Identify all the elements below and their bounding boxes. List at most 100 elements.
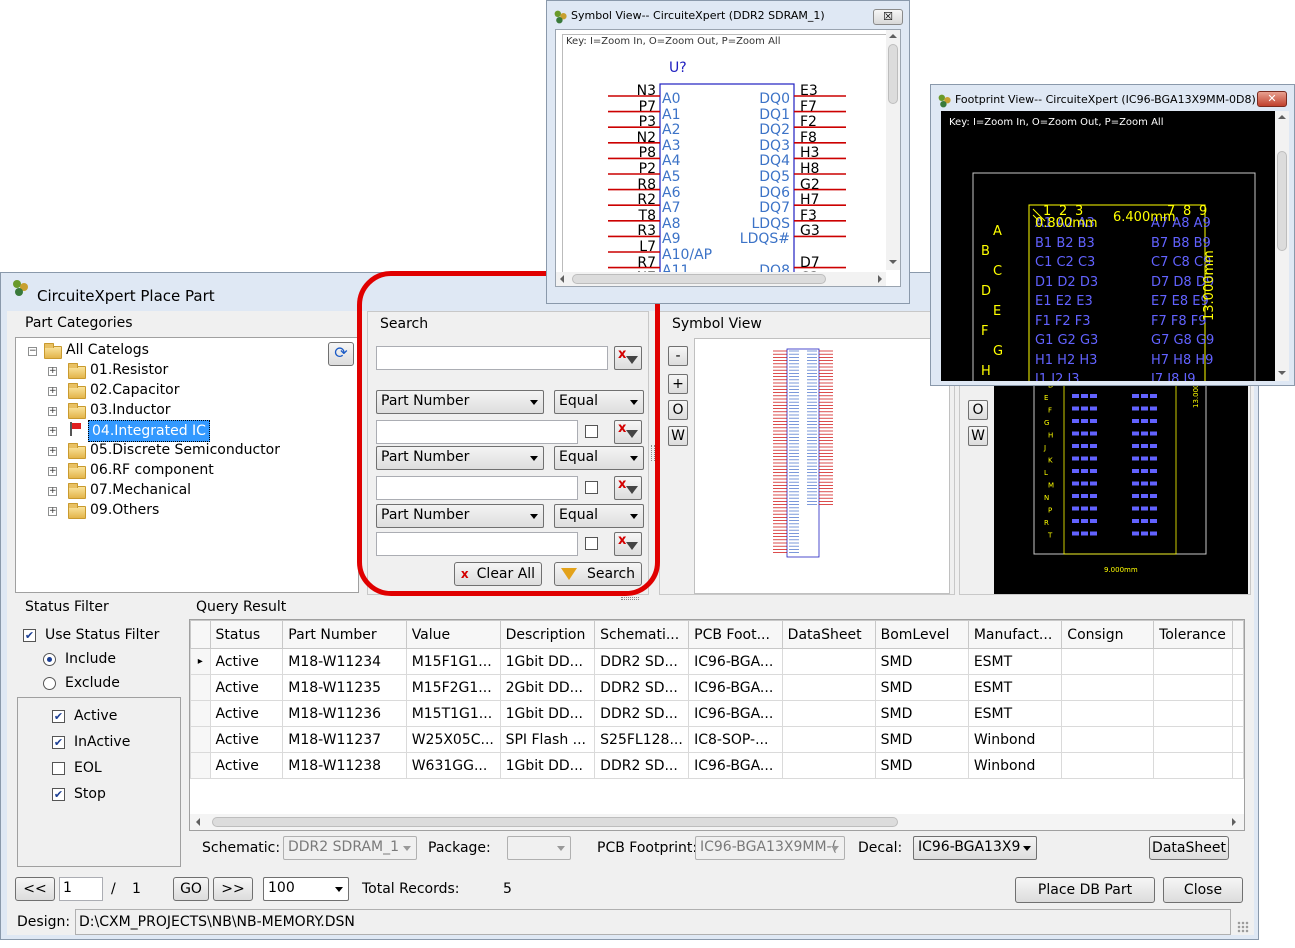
tree-item-label-selected[interactable]: 04.Integrated IC bbox=[88, 420, 210, 442]
table-cell[interactable]: 2Gbit DD... bbox=[499, 674, 596, 701]
table-cell[interactable]: Active bbox=[209, 752, 284, 779]
column-header[interactable]: DataSheet bbox=[781, 620, 876, 649]
table-cell[interactable]: SMD bbox=[874, 648, 969, 675]
table-cell[interactable] bbox=[1061, 726, 1155, 753]
column-header[interactable]: Manufact... bbox=[967, 620, 1063, 649]
horizontal-splitter-grip[interactable] bbox=[621, 597, 639, 600]
table-cell[interactable] bbox=[1061, 752, 1155, 779]
use-status-filter-label[interactable]: Use Status Filter bbox=[45, 627, 159, 643]
package-select[interactable] bbox=[507, 836, 571, 860]
table-cell[interactable] bbox=[781, 700, 876, 727]
column-header[interactable]: Tolerance bbox=[1153, 620, 1233, 649]
fp-zoom-fit-button[interactable]: O bbox=[968, 400, 988, 420]
tree-expand-icon[interactable]: + bbox=[48, 487, 57, 496]
scroll-thumb[interactable] bbox=[212, 817, 898, 827]
operator-select-2[interactable]: Equal bbox=[554, 446, 644, 470]
table-cell[interactable] bbox=[1061, 700, 1155, 727]
column-header[interactable]: Status bbox=[209, 620, 284, 649]
tree-item-label[interactable]: 05.Discrete Semiconductor bbox=[90, 440, 280, 460]
table-cell[interactable]: DDR2 SD... bbox=[594, 674, 690, 701]
table-cell[interactable]: DDR2 SD... bbox=[594, 752, 690, 779]
table-cell[interactable]: IC96-BGA... bbox=[688, 700, 783, 727]
tree-expand-icon[interactable]: + bbox=[48, 367, 57, 376]
datasheet-button[interactable]: DataSheet bbox=[1149, 836, 1229, 860]
value-input-2[interactable] bbox=[376, 476, 578, 500]
table-cell[interactable]: Active bbox=[209, 700, 284, 727]
table-cell[interactable] bbox=[1153, 726, 1233, 753]
table-cell[interactable]: M18-W11238 bbox=[282, 752, 407, 779]
table-cell[interactable]: M15F2G1... bbox=[405, 674, 501, 701]
symbol-titlebar[interactable]: Symbol View-- CircuiteXpert (DDR2 SDRAM_… bbox=[547, 1, 909, 29]
table-cell[interactable]: IC8-SOP-... bbox=[688, 726, 783, 753]
table-cell[interactable]: ESMT bbox=[967, 674, 1063, 701]
grid-horizontal-scrollbar[interactable] bbox=[190, 814, 1244, 830]
table-cell[interactable]: Winbond bbox=[967, 726, 1063, 753]
table-cell[interactable]: Active bbox=[209, 648, 284, 675]
column-header[interactable]: Schemati... bbox=[594, 620, 690, 649]
fp-zoom-window-button[interactable]: W bbox=[968, 426, 988, 446]
design-path-field[interactable]: D:\CXM_PROJECTS\NB\NB-MEMORY.DSN bbox=[75, 909, 1231, 935]
value-input-3[interactable] bbox=[376, 532, 578, 556]
tree-item-label[interactable]: 09.Others bbox=[90, 500, 159, 520]
footprint-close-button[interactable]: ✕ bbox=[1257, 91, 1287, 107]
scroll-left-icon[interactable] bbox=[560, 275, 564, 283]
footprint-canvas[interactable]: Key: I=Zoom In, O=Zoom Out, P=Zoom All 1… bbox=[941, 111, 1289, 381]
footprint-vertical-scrollbar[interactable] bbox=[1275, 111, 1289, 381]
row-header[interactable] bbox=[190, 726, 211, 753]
zoom-in-button[interactable]: + bbox=[668, 374, 688, 394]
symbol-horizontal-scrollbar[interactable] bbox=[556, 272, 886, 286]
pcb-footprint-select[interactable]: IC96-BGA13X9MM-( bbox=[695, 836, 845, 860]
tree-expand-icon[interactable]: + bbox=[48, 447, 57, 456]
row-header[interactable] bbox=[190, 674, 211, 701]
operator-select-3[interactable]: Equal bbox=[554, 504, 644, 528]
scroll-down-icon[interactable] bbox=[889, 260, 897, 264]
column-header[interactable]: Consign bbox=[1061, 620, 1155, 649]
table-cell[interactable] bbox=[781, 674, 876, 701]
schematic-select[interactable]: DDR2 SDRAM_1 bbox=[283, 836, 417, 860]
operator-select-1[interactable]: Equal bbox=[554, 390, 644, 414]
column-header[interactable]: Value bbox=[405, 620, 501, 649]
zoom-out-button[interactable]: - bbox=[668, 346, 688, 366]
symbol-close-button[interactable]: ☒ bbox=[873, 9, 903, 25]
resize-grip-icon[interactable] bbox=[1237, 921, 1249, 933]
scroll-right-icon[interactable] bbox=[878, 275, 882, 283]
table-cell[interactable]: Winbond bbox=[967, 752, 1063, 779]
table-cell[interactable] bbox=[1153, 752, 1233, 779]
inactive-checkbox[interactable]: ✔ bbox=[52, 736, 65, 749]
inactive-label[interactable]: InActive bbox=[74, 734, 130, 750]
table-cell[interactable] bbox=[781, 648, 876, 675]
scroll-thumb[interactable] bbox=[888, 44, 898, 104]
table-cell[interactable]: M18-W11235 bbox=[282, 674, 407, 701]
vertical-splitter-grip[interactable] bbox=[651, 445, 655, 461]
table-cell[interactable]: 1Gbit DD... bbox=[499, 700, 596, 727]
quick-search-input[interactable] bbox=[376, 346, 608, 370]
value-input-1[interactable] bbox=[376, 420, 578, 444]
page-size-select[interactable]: 100 bbox=[263, 877, 349, 901]
table-cell[interactable]: M18-W11234 bbox=[282, 648, 407, 675]
table-cell[interactable]: SMD bbox=[874, 700, 969, 727]
include-label[interactable]: Include bbox=[65, 651, 116, 667]
table-cell[interactable] bbox=[1153, 674, 1233, 701]
scroll-up-icon[interactable] bbox=[1278, 115, 1286, 119]
column-header[interactable]: Part Number bbox=[282, 620, 407, 649]
column-header[interactable]: PCB Foot... bbox=[688, 620, 783, 649]
symbol-vertical-scrollbar[interactable] bbox=[886, 30, 900, 270]
stop-checkbox[interactable]: ✔ bbox=[52, 788, 65, 801]
table-cell[interactable]: DDR2 SD... bbox=[594, 700, 690, 727]
filter-button-1[interactable]: x bbox=[614, 420, 642, 444]
tree-item-label[interactable]: 03.Inductor bbox=[90, 400, 171, 420]
scroll-down-icon[interactable] bbox=[1278, 371, 1286, 375]
eol-label[interactable]: EOL bbox=[74, 760, 102, 776]
table-cell[interactable]: IC96-BGA... bbox=[688, 752, 783, 779]
active-label[interactable]: Active bbox=[74, 708, 117, 724]
table-cell[interactable] bbox=[1061, 674, 1155, 701]
eol-checkbox[interactable] bbox=[52, 762, 65, 775]
include-radio[interactable] bbox=[43, 653, 56, 666]
table-cell[interactable]: SPI Flash ... bbox=[499, 726, 596, 753]
column-header[interactable]: Description bbox=[499, 620, 596, 649]
table-row[interactable]: Active M18-W11235 M15F2G1... 2Gbit DD... DDR… bbox=[190, 674, 1244, 701]
table-cell[interactable]: IC96-BGA... bbox=[688, 674, 783, 701]
quick-filter-button[interactable]: x bbox=[614, 346, 642, 370]
table-cell[interactable]: 1Gbit DD... bbox=[499, 752, 596, 779]
condition-checkbox-3[interactable] bbox=[585, 537, 598, 550]
